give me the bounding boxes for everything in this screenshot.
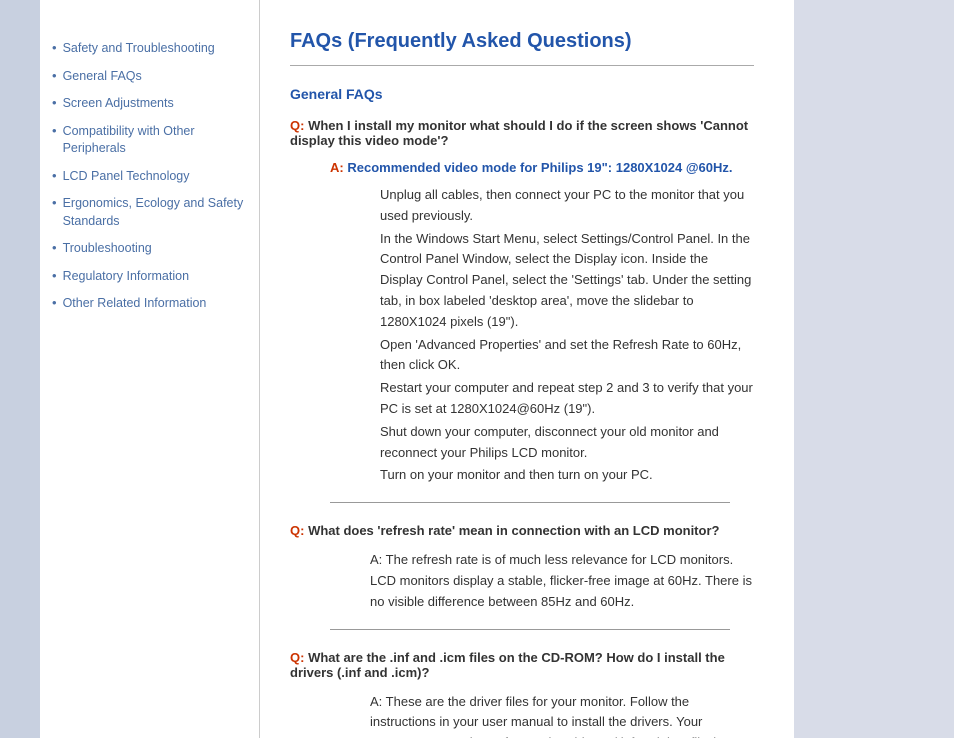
- sidebar-item-regulatory[interactable]: Regulatory Information: [52, 268, 249, 286]
- sidebar-link-ergonomics[interactable]: Ergonomics, Ecology and Safety Standards: [63, 195, 249, 230]
- a-label-1: A:: [370, 552, 386, 567]
- qa-container: Q: When I install my monitor what should…: [290, 118, 754, 738]
- left-accent: [0, 0, 40, 738]
- answer-text-0: Unplug all cables, then connect your PC …: [330, 185, 754, 486]
- sidebar-link-lcd-panel[interactable]: LCD Panel Technology: [63, 168, 190, 186]
- sidebar-item-ergonomics[interactable]: Ergonomics, Ecology and Safety Standards: [52, 195, 249, 230]
- page-title: FAQs (Frequently Asked Questions): [290, 30, 754, 53]
- sidebar-item-lcd-panel[interactable]: LCD Panel Technology: [52, 168, 249, 186]
- question-1: Q: What does 'refresh rate' mean in conn…: [290, 523, 754, 538]
- answer-inline-1: A: The refresh rate is of much less rele…: [330, 550, 754, 612]
- sidebar-item-compatibility[interactable]: Compatibility with Other Peripherals: [52, 123, 249, 158]
- sidebar-link-compatibility[interactable]: Compatibility with Other Peripherals: [63, 123, 249, 158]
- sidebar-item-other-info[interactable]: Other Related Information: [52, 295, 249, 313]
- section-divider-0: [330, 502, 730, 503]
- right-accent: [794, 0, 954, 738]
- title-divider: [290, 65, 754, 66]
- sidebar-item-screen-adjustments[interactable]: Screen Adjustments: [52, 95, 249, 113]
- sidebar-item-general-faqs[interactable]: General FAQs: [52, 68, 249, 86]
- sidebar-item-safety-and-troubleshooting[interactable]: Safety and Troubleshooting: [52, 40, 249, 58]
- sidebar-link-regulatory[interactable]: Regulatory Information: [63, 268, 189, 286]
- a-label-0: A:: [330, 160, 347, 175]
- answer-block-0: A: Recommended video mode for Philips 19…: [290, 160, 754, 486]
- section-heading: General FAQs: [290, 86, 754, 102]
- answer-block-1: A: The refresh rate is of much less rele…: [290, 550, 754, 612]
- q-label-2: Q:: [290, 650, 308, 665]
- qa-block-2: Q: What are the .inf and .icm files on t…: [290, 650, 754, 738]
- sidebar-item-troubleshooting[interactable]: Troubleshooting: [52, 240, 249, 258]
- sidebar-nav: Safety and Troubleshooting General FAQs Sc…: [52, 40, 249, 313]
- sidebar-link-general-faqs[interactable]: General FAQs: [63, 68, 142, 86]
- question-2: Q: What are the .inf and .icm files on t…: [290, 650, 754, 680]
- sidebar-link-safety-and-troubleshooting[interactable]: Safety and Troubleshooting: [63, 40, 215, 58]
- section-divider-1: [330, 629, 730, 630]
- q-label-1: Q:: [290, 523, 308, 538]
- qa-block-0: Q: When I install my monitor what should…: [290, 118, 754, 503]
- sidebar-link-troubleshooting[interactable]: Troubleshooting: [63, 240, 152, 258]
- a-label-2: A:: [370, 694, 386, 709]
- sidebar-link-other-info[interactable]: Other Related Information: [63, 295, 207, 313]
- answer-block-2: A: These are the driver files for your m…: [290, 692, 754, 738]
- qa-block-1: Q: What does 'refresh rate' mean in conn…: [290, 523, 754, 629]
- answer-heading-0: A: Recommended video mode for Philips 19…: [330, 160, 754, 175]
- answer-inline-2: A: These are the driver files for your m…: [330, 692, 754, 738]
- sidebar: Safety and Troubleshooting General FAQs Sc…: [40, 0, 260, 738]
- sidebar-link-screen-adjustments[interactable]: Screen Adjustments: [63, 95, 174, 113]
- question-0: Q: When I install my monitor what should…: [290, 118, 754, 148]
- q-label-0: Q:: [290, 118, 308, 133]
- main-content: FAQs (Frequently Asked Questions) Genera…: [260, 0, 794, 738]
